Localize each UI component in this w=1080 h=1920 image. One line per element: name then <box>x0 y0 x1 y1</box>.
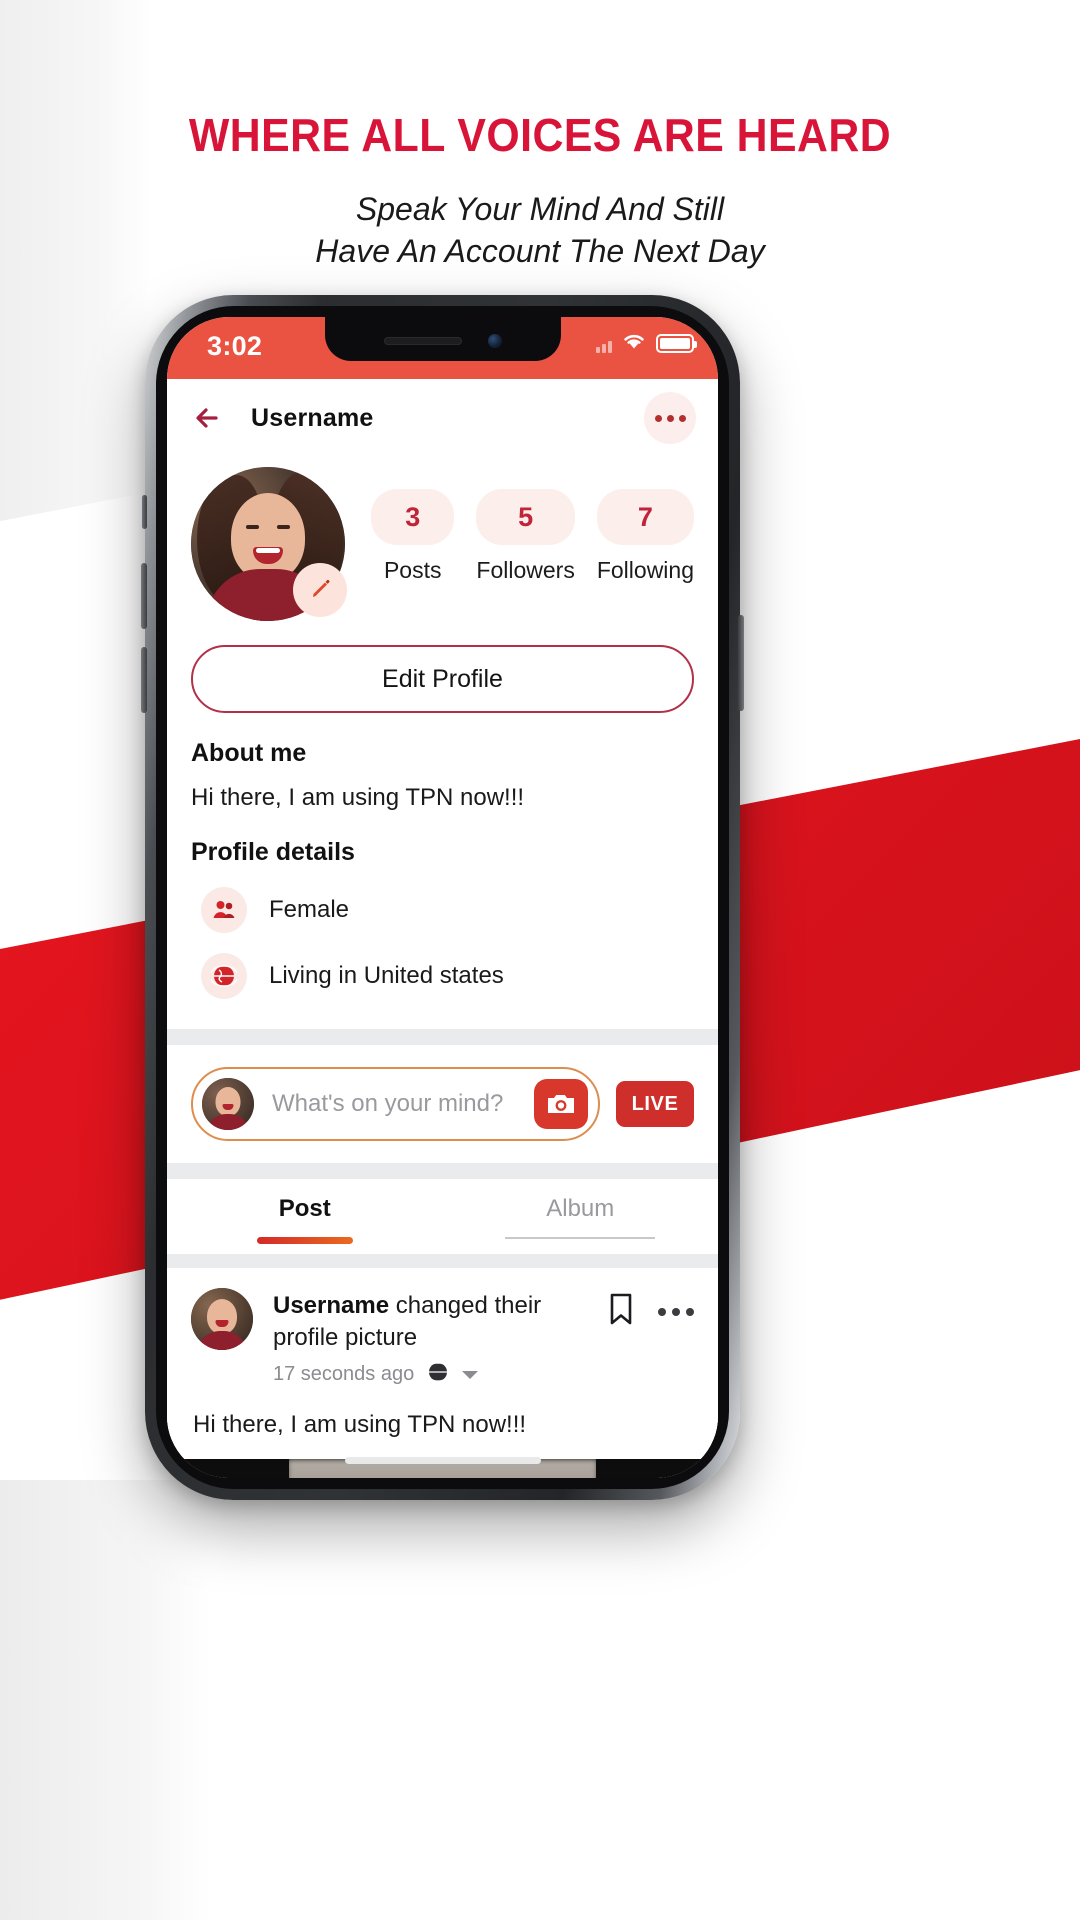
post-timestamp: 17 seconds ago <box>273 1363 415 1386</box>
stat-posts-value: 3 <box>371 489 455 545</box>
earpiece-speaker <box>383 337 462 345</box>
profile-details-heading: Profile details <box>191 838 355 866</box>
tab-post[interactable]: Post <box>167 1195 443 1244</box>
stat-following[interactable]: 7 Following <box>596 489 694 584</box>
profile-detail-location-text: Living in United states <box>269 962 504 989</box>
stat-posts[interactable]: 3 Posts <box>371 489 455 584</box>
post-avatar[interactable] <box>191 1288 253 1350</box>
battery-icon <box>656 334 697 353</box>
app-content: Username 3 Posts 5 Followers 7 Following… <box>167 379 718 1478</box>
post-header: Username changed their profile picture 1… <box>191 1288 694 1389</box>
bookmark-icon[interactable] <box>606 1292 636 1331</box>
phone-screen: 3:02 Username 3 Posts 5 Followers 7 Foll… <box>167 317 718 1478</box>
profile-header: 3 Posts 5 Followers 7 Following <box>167 457 718 621</box>
phone-volume-down-button <box>141 647 147 713</box>
phone-notch <box>324 317 561 361</box>
about-me-text: Hi there, I am using TPN now!!! <box>191 784 525 811</box>
more-options-icon[interactable] <box>644 392 696 444</box>
front-camera <box>487 334 502 348</box>
status-bar: 3:02 <box>167 317 718 379</box>
phone-volume-up-button <box>141 563 147 629</box>
globe-icon <box>425 1360 451 1389</box>
post-meta: Username changed their profile picture 1… <box>273 1288 606 1389</box>
phone-power-button <box>738 615 744 711</box>
post-headline-line: Username changed their profile picture <box>273 1290 606 1354</box>
promo-text-block: WHERE ALL VOICES ARE HEARD Speak Your Mi… <box>0 0 1080 272</box>
avatar[interactable] <box>191 467 347 621</box>
about-me-heading: About me <box>191 739 307 767</box>
wifi-icon <box>621 331 647 356</box>
post-actions <box>606 1288 694 1331</box>
promo-headline: WHERE ALL VOICES ARE HEARD <box>188 109 892 161</box>
profile-detail-location: Living in United states <box>201 953 694 999</box>
status-bar-indicators <box>596 331 697 356</box>
gender-people-icon <box>201 887 247 933</box>
composer-input-box[interactable]: What's on your mind? <box>191 1067 600 1141</box>
tab-post-label: Post <box>278 1195 331 1222</box>
composer-avatar <box>202 1078 254 1130</box>
tab-album[interactable]: Album <box>443 1195 719 1244</box>
stat-following-value: 7 <box>596 489 694 545</box>
globe-icon <box>201 953 247 999</box>
app-top-bar: Username <box>167 379 718 457</box>
phone-silent-switch <box>142 495 147 529</box>
profile-stats: 3 Posts 5 Followers 7 Following <box>371 467 694 584</box>
promo-subtitle: Speak Your Mind And Still Have An Accoun… <box>0 188 1080 272</box>
more-options-icon[interactable] <box>658 1307 694 1316</box>
promo-subtitle-line-1: Speak Your Mind And Still <box>355 191 725 227</box>
section-divider-3 <box>167 1254 718 1268</box>
stat-followers[interactable]: 5 Followers <box>476 489 575 584</box>
edit-profile-button[interactable]: Edit Profile <box>191 645 694 713</box>
profile-detail-gender: Female <box>201 887 694 933</box>
page-title: Username <box>251 403 374 432</box>
camera-icon[interactable] <box>534 1079 588 1129</box>
phone-mockup: 3:02 Username 3 Posts 5 Followers 7 Foll… <box>141 295 744 1500</box>
promo-subtitle-line-2: Have An Account The Next Day <box>315 233 765 270</box>
post-card: Username changed their profile picture 1… <box>167 1268 718 1440</box>
back-arrow-icon[interactable] <box>189 398 229 438</box>
signal-icon <box>596 335 612 353</box>
chevron-down-icon[interactable] <box>462 1370 479 1379</box>
profile-detail-gender-text: Female <box>269 896 350 923</box>
stat-following-label: Following <box>596 557 694 583</box>
post-body-text: Hi there, I am using TPN now!!! <box>193 1411 527 1439</box>
stat-posts-label: Posts <box>383 557 442 583</box>
tab-album-label: Album <box>546 1195 615 1222</box>
post-photo-letterbox-right <box>596 1459 718 1478</box>
pencil-icon[interactable] <box>293 563 347 617</box>
post-author[interactable]: Username <box>273 1292 389 1319</box>
status-bar-time: 3:02 <box>207 331 263 361</box>
stat-followers-label: Followers <box>476 557 575 583</box>
tab-post-underline <box>256 1237 353 1244</box>
home-indicator <box>344 1457 541 1464</box>
live-button[interactable]: LIVE <box>616 1081 694 1127</box>
post-composer: What's on your mind? LIVE <box>167 1045 718 1163</box>
section-divider-1 <box>167 1029 718 1045</box>
post-submeta: 17 seconds ago <box>273 1360 606 1389</box>
post-photo-letterbox-left <box>167 1459 289 1478</box>
stat-followers-value: 5 <box>476 489 575 545</box>
composer-placeholder[interactable]: What's on your mind? <box>272 1090 534 1118</box>
background-gray-panel-bottom <box>0 1480 210 1920</box>
tab-album-underline <box>505 1237 656 1239</box>
section-divider-2 <box>167 1163 718 1179</box>
content-tabs: Post Album <box>167 1179 718 1244</box>
